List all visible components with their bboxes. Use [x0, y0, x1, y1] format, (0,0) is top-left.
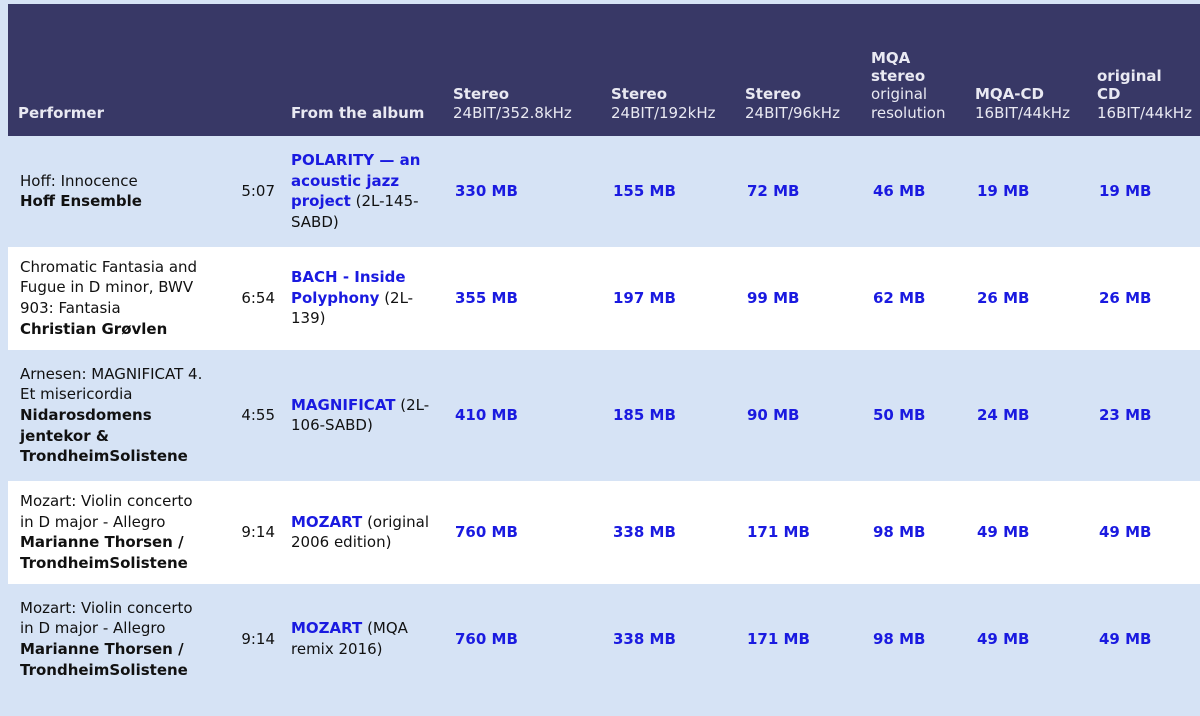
page-container: Performer From the album Stereo 24BIT/35…: [0, 0, 1200, 716]
cell-stereo-192[interactable]: 197 MB: [601, 246, 735, 350]
track-title: Mozart: Violin concerto in D major - All…: [20, 491, 193, 531]
column-header-mqa-cd-label: MQA-CD: [975, 85, 1044, 104]
header-row: Performer From the album Stereo 24BIT/35…: [8, 4, 1200, 136]
column-header-stereo-96-label: Stereo: [745, 85, 802, 104]
column-header-album-label: From the album: [291, 103, 425, 122]
track-title: Mozart: Violin concerto in D major - All…: [20, 598, 193, 638]
artist-name: Marianne Thorsen / TrondheimSolistene: [20, 640, 188, 679]
cell-stereo-192[interactable]: 185 MB: [601, 353, 735, 477]
column-header-stereo-352: Stereo 24BIT/352.8kHz: [443, 4, 601, 136]
album-link[interactable]: MOZART: [291, 513, 362, 531]
cell-stereo-352[interactable]: 330 MB: [443, 140, 601, 243]
cell-duration: 5:07: [213, 140, 281, 243]
cell-performer: Arnesen: MAGNIFICAT 4. Et misericordia N…: [8, 353, 213, 477]
file-size-comparison-table: Performer From the album Stereo 24BIT/35…: [8, 0, 1200, 694]
column-header-stereo-192-label: Stereo: [611, 85, 668, 104]
cell-stereo-352[interactable]: 355 MB: [443, 246, 601, 350]
column-header-original-cd-label: original CD: [1097, 67, 1162, 104]
album-link[interactable]: MOZART: [291, 619, 362, 637]
cell-original-cd[interactable]: 26 MB: [1087, 246, 1200, 350]
artist-name: Marianne Thorsen / TrondheimSolistene: [20, 533, 188, 572]
cell-stereo-96[interactable]: 171 MB: [735, 587, 861, 691]
column-header-original-cd-sub: 16BIT/44kHz: [1097, 103, 1192, 122]
table-row: Chromatic Fantasia and Fugue in D minor,…: [8, 246, 1200, 350]
table-row: Mozart: Violin concerto in D major - All…: [8, 480, 1200, 584]
cell-mqa-stereo[interactable]: 46 MB: [861, 140, 965, 243]
cell-stereo-96[interactable]: 99 MB: [735, 246, 861, 350]
cell-mqa-cd[interactable]: 19 MB: [965, 140, 1087, 243]
artist-name: Hoff Ensemble: [20, 192, 142, 211]
cell-mqa-stereo[interactable]: 98 MB: [861, 480, 965, 584]
cell-mqa-stereo[interactable]: 62 MB: [861, 246, 965, 350]
cell-performer: Hoff: Innocence Hoff Ensemble: [8, 140, 213, 243]
cell-duration: 9:14: [213, 480, 281, 584]
cell-mqa-cd[interactable]: 24 MB: [965, 353, 1087, 477]
column-header-stereo-96: Stereo 24BIT/96kHz: [735, 4, 861, 136]
column-header-stereo-192-sub: 24BIT/192kHz: [611, 103, 716, 122]
album-link[interactable]: MAGNIFICAT: [291, 396, 396, 414]
cell-mqa-cd[interactable]: 49 MB: [965, 480, 1087, 584]
cell-performer: Chromatic Fantasia and Fugue in D minor,…: [8, 246, 213, 350]
cell-album: MAGNIFICAT (2L-106-SABD): [281, 353, 443, 477]
table-row: Arnesen: MAGNIFICAT 4. Et misericordia N…: [8, 353, 1200, 477]
table-header: Performer From the album Stereo 24BIT/35…: [8, 4, 1200, 136]
cell-stereo-352[interactable]: 760 MB: [443, 480, 601, 584]
cell-stereo-96[interactable]: 171 MB: [735, 480, 861, 584]
column-header-stereo-192: Stereo 24BIT/192kHz: [601, 4, 735, 136]
cell-original-cd[interactable]: 19 MB: [1087, 140, 1200, 243]
cell-mqa-cd[interactable]: 49 MB: [965, 587, 1087, 691]
cell-album: BACH - Inside Polyphony (2L-139): [281, 246, 443, 350]
column-header-album: From the album: [281, 4, 443, 136]
cell-stereo-96[interactable]: 90 MB: [735, 353, 861, 477]
cell-stereo-352[interactable]: 410 MB: [443, 353, 601, 477]
cell-stereo-192[interactable]: 338 MB: [601, 480, 735, 584]
cell-stereo-96[interactable]: 72 MB: [735, 140, 861, 243]
column-header-performer: Performer: [8, 4, 213, 136]
cell-mqa-cd[interactable]: 26 MB: [965, 246, 1087, 350]
cell-album: MOZART (MQA remix 2016): [281, 587, 443, 691]
cell-duration: 9:14: [213, 587, 281, 691]
column-header-mqa-stereo-sub: original resolution: [871, 85, 946, 122]
column-header-stereo-352-sub: 24BIT/352.8kHz: [453, 103, 572, 122]
column-header-original-cd: original CD 16BIT/44kHz: [1087, 4, 1200, 136]
cell-performer: Mozart: Violin concerto in D major - All…: [8, 480, 213, 584]
cell-performer: Mozart: Violin concerto in D major - All…: [8, 587, 213, 691]
column-header-mqa-stereo: MQA stereo original resolution: [861, 4, 965, 136]
column-header-stereo-352-label: Stereo: [453, 85, 510, 104]
track-title: Chromatic Fantasia and Fugue in D minor,…: [20, 257, 198, 318]
cell-stereo-192[interactable]: 155 MB: [601, 140, 735, 243]
artist-name: Nidarosdomens jentekor & TrondheimSolist…: [20, 405, 188, 466]
column-header-mqa-cd: MQA-CD 16BIT/44kHz: [965, 4, 1087, 136]
cell-duration: 6:54: [213, 246, 281, 350]
column-header-mqa-stereo-label: MQA stereo: [871, 48, 926, 86]
table-row: Mozart: Violin concerto in D major - All…: [8, 587, 1200, 691]
cell-album: POLARITY — an acoustic jazz project (2L-…: [281, 140, 443, 243]
cell-stereo-352[interactable]: 760 MB: [443, 587, 601, 691]
cell-original-cd[interactable]: 49 MB: [1087, 587, 1200, 691]
track-title: Arnesen: MAGNIFICAT 4. Et misericordia: [20, 364, 203, 404]
table-body: Hoff: Innocence Hoff Ensemble 5:07 POLAR…: [8, 140, 1200, 691]
cell-mqa-stereo[interactable]: 50 MB: [861, 353, 965, 477]
column-header-duration: [213, 4, 281, 136]
artist-name: Christian Grøvlen: [20, 319, 168, 338]
cell-original-cd[interactable]: 23 MB: [1087, 353, 1200, 477]
column-header-stereo-96-sub: 24BIT/96kHz: [745, 103, 840, 122]
track-title: Hoff: Innocence: [20, 171, 138, 190]
cell-album: MOZART (original 2006 edition): [281, 480, 443, 584]
cell-duration: 4:55: [213, 353, 281, 477]
cell-stereo-192[interactable]: 338 MB: [601, 587, 735, 691]
cell-mqa-stereo[interactable]: 98 MB: [861, 587, 965, 691]
table-row: Hoff: Innocence Hoff Ensemble 5:07 POLAR…: [8, 140, 1200, 243]
column-header-performer-label: Performer: [18, 103, 104, 122]
cell-original-cd[interactable]: 49 MB: [1087, 480, 1200, 584]
column-header-mqa-cd-sub: 16BIT/44kHz: [975, 103, 1070, 122]
